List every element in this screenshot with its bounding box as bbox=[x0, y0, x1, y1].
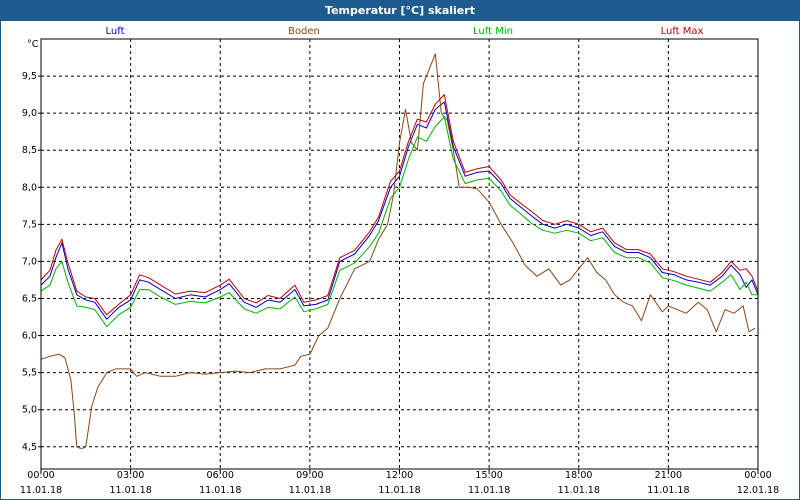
y-tick-label: 6,0 bbox=[22, 331, 37, 342]
y-tick-label: 7,0 bbox=[22, 256, 37, 267]
x-tick-date: 11.01.18 bbox=[558, 485, 600, 496]
x-tick-date: 11.01.18 bbox=[468, 485, 510, 496]
x-tick-time: 00:00 bbox=[27, 470, 54, 481]
x-axis-ticks: 00:00 11.01.18 03:00 11.01.18 06:00 11.01.18 0… bbox=[20, 469, 779, 496]
y-axis-label: °C bbox=[27, 39, 39, 50]
x-tick-date: 11.01.18 bbox=[199, 485, 241, 496]
y-tick-label: 5,0 bbox=[22, 405, 37, 416]
legend-entry: Luft Max bbox=[661, 26, 704, 37]
x-tick-time: 00:00 bbox=[744, 470, 771, 481]
y-tick-label: 8,5 bbox=[22, 145, 37, 156]
chart-title: Temperatur [°C] skaliert bbox=[1, 1, 799, 21]
x-tick-time: 09:00 bbox=[296, 470, 323, 481]
y-tick-label: 9,0 bbox=[22, 108, 37, 119]
legend-entry: Luft bbox=[106, 26, 125, 37]
x-tick-time: 21:00 bbox=[655, 470, 682, 481]
x-tick-time: 03:00 bbox=[117, 470, 144, 481]
x-tick-time: 06:00 bbox=[207, 470, 234, 481]
y-tick-label: 8,0 bbox=[22, 182, 37, 193]
temperature-chart: Luft Boden Luft Min Luft Max °C 4,5 5,0 5,5 6,… bbox=[20, 26, 779, 496]
y-tick-label: 7,5 bbox=[22, 219, 37, 230]
x-tick-date: 11.01.18 bbox=[647, 485, 689, 496]
y-tick-label: 9,5 bbox=[22, 71, 37, 82]
x-tick-date: 11.01.18 bbox=[109, 485, 151, 496]
y-tick-label: 6,5 bbox=[22, 293, 37, 304]
y-tick-label: 4,5 bbox=[22, 442, 37, 453]
x-tick-time: 15:00 bbox=[475, 470, 502, 481]
x-tick-time: 12:00 bbox=[386, 470, 413, 481]
legend-entry: Luft Min bbox=[473, 26, 513, 37]
x-tick-date: 12.01.18 bbox=[737, 485, 779, 496]
legend-entry: Boden bbox=[288, 26, 320, 37]
x-tick-time: 18:00 bbox=[565, 470, 592, 481]
x-tick-date: 11.01.18 bbox=[378, 485, 420, 496]
x-tick-date: 11.01.18 bbox=[20, 485, 62, 496]
y-tick-label: 5,5 bbox=[22, 368, 37, 379]
legend: Luft Boden Luft Min Luft Max bbox=[106, 26, 704, 37]
chart-window: Temperatur [°C] skaliert Luft Boden Luft M… bbox=[0, 0, 800, 500]
y-axis-ticks: 4,5 5,0 5,5 6,0 6,5 7,0 7,5 8,0 8,5 9,0 9,5 bbox=[22, 71, 41, 453]
x-tick-date: 11.01.18 bbox=[289, 485, 331, 496]
